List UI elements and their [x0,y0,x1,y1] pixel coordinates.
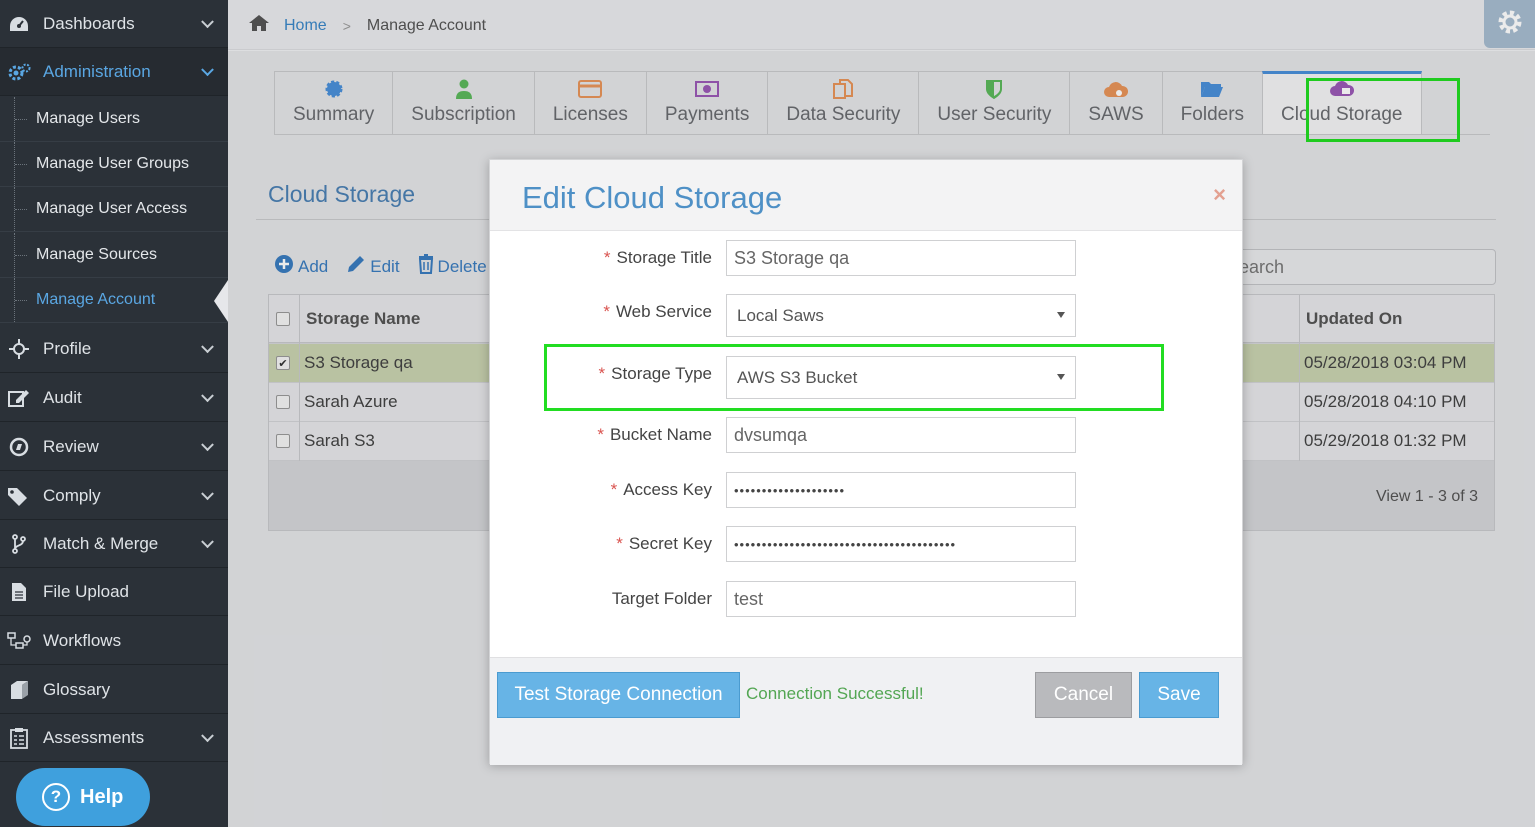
highlight-storage-type [544,344,1164,411]
storage-title-label: Storage Title [616,248,712,267]
workflow-icon [6,630,32,652]
edit-cloud-storage-dialog: Edit Cloud Storage × * Storage Title S3 S… [489,159,1243,765]
field-storage-title: * Storage Title S3 Storage qa [490,240,1242,276]
active-indicator [214,280,228,322]
nav-label: Profile [43,338,92,358]
secret-key-input[interactable]: •••••••••••••••••••••••••••••••••••••••• [726,526,1076,562]
sub-item-label: Manage User Groups [36,155,189,172]
field-web-service: * Web Service Local Saws [490,294,1242,337]
bucket-name-label: Bucket Name [609,425,712,444]
nav-label: Comply [43,485,101,505]
storage-title-input[interactable]: S3 Storage qa [726,240,1076,276]
sub-item-manage-user-groups[interactable]: Manage User Groups [0,142,228,187]
tags-icon [6,485,32,507]
nav-administration[interactable]: Administration [0,48,228,96]
chevron-down-icon [201,437,214,451]
access-key-label: Access Key [623,480,712,499]
nav-glossary[interactable]: Glossary [0,666,228,714]
caret-down-icon [1057,312,1065,318]
edit-icon [6,387,32,409]
target-folder-input[interactable]: test [726,581,1076,617]
chevron-down-icon [201,486,214,500]
nav-label: Glossary [43,679,111,699]
sub-item-label: Manage Sources [36,246,157,263]
nav-review[interactable]: Review [0,423,228,471]
field-access-key: * Access Key •••••••••••••••••••• [490,472,1242,508]
compass-icon [6,436,32,458]
crosshair-icon [6,338,32,360]
question-icon: ? [42,783,70,811]
nav-label: Workflows [43,630,122,650]
dialog-footer: Test Storage Connection Connection Succe… [490,657,1242,765]
nav-match-merge[interactable]: Match & Merge [0,520,228,568]
cancel-button[interactable]: Cancel [1035,672,1132,718]
sub-item-label: Manage User Access [36,200,188,217]
chevron-down-icon [201,728,214,742]
chevron-down-icon [201,339,214,353]
dialog-header: Edit Cloud Storage × [490,160,1242,231]
web-service-label: Web Service [615,302,712,321]
nav-profile[interactable]: Profile [0,325,228,373]
clipboard-icon [6,727,32,749]
nav-label: Review [43,436,99,456]
access-key-input[interactable]: •••••••••••••••••••• [726,472,1076,508]
sub-item-manage-users[interactable]: Manage Users [0,97,228,142]
nav-audit[interactable]: Audit [0,374,228,422]
web-service-select[interactable]: Local Saws [726,294,1076,337]
sub-item-label: Manage Users [36,110,141,127]
required-mark: * [597,425,604,444]
bucket-name-input[interactable]: dvsumqa [726,417,1076,453]
gears-icon [6,61,32,83]
chevron-down-icon [201,388,214,402]
sub-item-manage-user-access[interactable]: Manage User Access [0,187,228,232]
chevron-down-icon [201,534,214,548]
nav-workflows[interactable]: Workflows [0,617,228,665]
nav-label: Match & Merge [43,533,159,553]
field-secret-key: * Secret Key ••••••••••••••••••••••••••••… [490,526,1242,562]
field-target-folder: Target Folder test [490,581,1242,617]
book-icon [6,679,32,701]
nav-label: Audit [43,387,82,407]
field-label: * Access Key [611,472,712,508]
required-mark: * [603,302,610,321]
close-icon[interactable]: × [1213,182,1226,208]
target-folder-label: Target Folder [611,589,712,608]
sub-item-manage-sources[interactable]: Manage Sources [0,233,228,278]
dialog-title: Edit Cloud Storage [522,180,783,215]
required-mark: * [610,480,618,499]
sub-item-label: Manage Account [36,291,156,308]
field-bucket-name: * Bucket Name dvsumqa [490,417,1242,453]
nav-label: Assessments [43,727,145,747]
chevron-down-icon [201,62,214,76]
branch-icon [6,533,32,555]
secret-key-label: Secret Key [628,534,712,553]
nav-assessments[interactable]: Assessments [0,714,228,762]
file-icon [6,581,32,603]
nav-comply[interactable]: Comply [0,472,228,520]
nav-label: Dashboards [43,13,135,33]
required-mark: * [616,534,623,553]
help-label: Help [80,785,124,808]
nav-dashboards[interactable]: Dashboards [0,0,228,48]
field-label: * Secret Key [616,526,712,562]
sub-item-manage-account[interactable]: Manage Account [0,278,228,323]
nav-label: File Upload [43,581,129,601]
save-button[interactable]: Save [1139,672,1219,718]
test-storage-connection-button[interactable]: Test Storage Connection [497,672,740,718]
field-label: * Web Service [603,294,712,330]
chevron-down-icon [201,14,214,28]
required-mark: * [603,248,611,267]
field-label: * Storage Title [604,240,712,276]
nav-file-upload[interactable]: File Upload [0,568,228,616]
connection-status-message: Connection Successful! [746,684,924,703]
speedometer-icon [6,13,32,35]
nav-label: Administration [43,61,151,81]
field-label: * Bucket Name [597,417,712,453]
web-service-value: Local Saws [737,306,824,325]
sidebar: Dashboards Administration Manage Users M… [0,0,228,827]
help-button[interactable]: ? Help [16,768,150,826]
